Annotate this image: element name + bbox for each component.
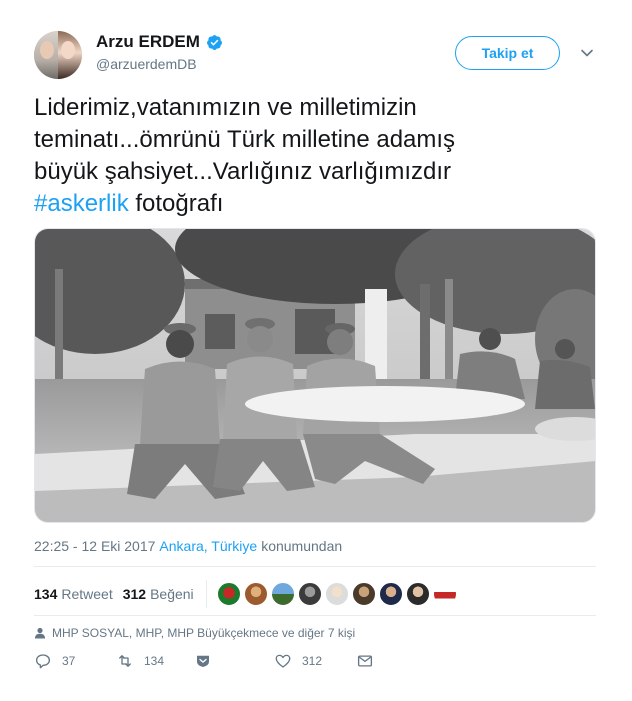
divider: [34, 566, 596, 567]
photo-image: [35, 229, 595, 522]
liker-avatar[interactable]: [216, 582, 241, 606]
author-display-name[interactable]: Arzu ERDEM: [96, 32, 200, 52]
avatar[interactable]: [34, 31, 82, 79]
liker-avatar[interactable]: [432, 582, 457, 606]
liker-avatar[interactable]: [243, 582, 268, 606]
hashtag-link[interactable]: #askerlik: [34, 190, 129, 217]
tweet-text-tail: fotoğrafı: [128, 190, 224, 217]
tweet-text-line: büyük şahsiyet...Varlığınız varlığımızdı…: [34, 158, 452, 185]
like-stat-count: 312: [122, 586, 147, 602]
like-stat[interactable]: 312 Beğeni: [123, 586, 194, 602]
tweet-photo[interactable]: [34, 228, 596, 523]
direct-message-button[interactable]: [194, 652, 212, 670]
tweet-text: Liderimiz,vatanımızın ve milletimizin te…: [34, 92, 604, 220]
social-context[interactable]: MHP SOSYAL, MHP, MHP Büyükçekmece ve diğ…: [34, 626, 355, 640]
author-handle[interactable]: @arzuerdemDB: [96, 56, 197, 72]
liker-avatar[interactable]: [297, 582, 322, 606]
liker-avatars: [216, 582, 457, 606]
retweet-stat-count: 134: [34, 586, 58, 602]
envelope-icon: [357, 655, 373, 667]
avatar-face-left: [40, 41, 54, 59]
retweet-icon: [119, 655, 131, 667]
liker-avatar[interactable]: [270, 582, 295, 606]
heart-icon: [275, 654, 291, 668]
like-stat-label: Beğeni: [150, 586, 194, 602]
tweet-text-line: #askerlik fotoğrafı: [34, 188, 604, 220]
like-count: 312: [302, 654, 323, 668]
share-message-button[interactable]: [356, 652, 374, 670]
tweet-text-line: teminatı...ömrünü Türk milletine adamış: [34, 126, 456, 153]
reply-button[interactable]: 37: [34, 652, 75, 670]
liker-avatar[interactable]: [324, 582, 349, 606]
tweet-timestamp[interactable]: 22:25 - 12 Eki 2017: [34, 538, 155, 554]
tweet-location-link[interactable]: Ankara, Türkiye: [159, 538, 257, 554]
reply-count: 37: [62, 654, 76, 668]
liker-avatar[interactable]: [378, 582, 403, 606]
author-name-row[interactable]: Arzu ERDEM: [96, 32, 223, 52]
reply-icon: [35, 654, 51, 669]
like-button[interactable]: 312: [274, 652, 322, 670]
retweet-count: 134: [144, 654, 165, 668]
tweet-stats-row: 134 Retweet 312 Beğeni: [34, 580, 457, 608]
tweet-location-suffix: konumundan: [261, 538, 343, 554]
liker-avatar[interactable]: [351, 582, 376, 606]
person-icon: [35, 627, 45, 639]
direct-message-icon: [197, 655, 209, 667]
tweet-meta-row: 22:25 - 12 Eki 2017 Ankara, Türkiye konu…: [34, 538, 342, 554]
chevron-down-icon[interactable]: [580, 46, 594, 60]
liker-avatar[interactable]: [405, 582, 430, 606]
retweet-stat[interactable]: 134 Retweet: [34, 586, 113, 602]
retweet-button[interactable]: 134: [116, 652, 164, 670]
tweet-action-bar: 37 134 312: [34, 652, 554, 674]
social-context-text: MHP SOSYAL, MHP, MHP Büyükçekmece ve diğ…: [52, 626, 356, 640]
verified-badge-icon: [206, 34, 222, 50]
retweet-stat-label: Retweet: [61, 586, 113, 602]
tweet-text-line: Liderimiz,vatanımızın ve milletimizin: [34, 94, 417, 121]
stats-separator: [205, 580, 207, 608]
follow-button[interactable]: Takip et: [455, 36, 560, 70]
avatar-face-right: [61, 41, 75, 59]
divider: [34, 615, 596, 616]
